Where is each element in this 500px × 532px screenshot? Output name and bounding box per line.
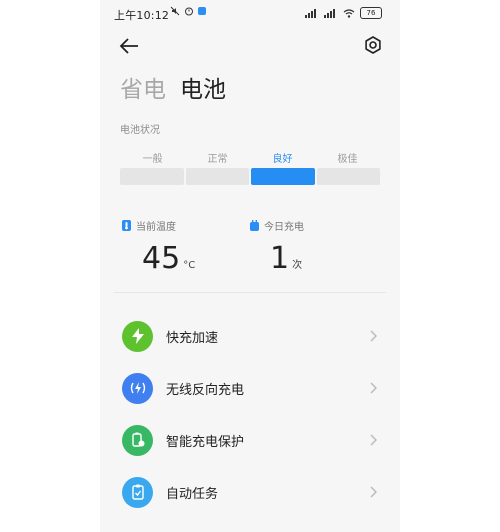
level-segment-normal: [185, 168, 249, 185]
lightning-icon: [122, 320, 153, 352]
header-tabs: 省电 电池: [120, 70, 226, 104]
level-segment-excellent: [316, 168, 380, 185]
temperature-unit: °C: [183, 260, 196, 271]
menu-item-wireless-reverse-charge[interactable]: 无线反向充电: [100, 362, 400, 414]
alarm-icon: [185, 7, 193, 16]
temperature-label: 当前温度: [136, 222, 176, 233]
tab-battery[interactable]: 电池: [180, 70, 226, 104]
level-segment-good: [251, 168, 315, 185]
menu-item-smart-charge-protection[interactable]: 智能充电保护: [100, 414, 400, 466]
level-label-normal: 正常: [207, 154, 228, 165]
charges-today-unit: 次: [292, 260, 303, 271]
signal-icon: [305, 8, 316, 18]
app-notification-icon: [198, 7, 206, 15]
charges-today-label: 今日充电: [264, 222, 304, 233]
chevron-right-icon: [370, 486, 377, 498]
temperature-stat: 当前温度 45 °C: [122, 218, 195, 276]
status-bar: 上午10:12 76: [100, 0, 400, 28]
battery-shield-icon: [122, 424, 153, 456]
menu-label: 智能充电保护: [166, 434, 245, 450]
charges-today-stat: 今日充电 1 次: [250, 218, 304, 276]
status-time: 上午10:12: [114, 9, 170, 22]
tab-power-saving[interactable]: 省电: [120, 70, 166, 104]
menu-label: 无线反向充电: [166, 382, 245, 398]
level-label-excellent: 极佳: [337, 154, 358, 165]
level-segment-fair: [120, 168, 184, 185]
charges-today-value: 1: [270, 241, 290, 276]
level-label-fair: 一般: [142, 154, 163, 165]
chevron-right-icon: [370, 382, 377, 394]
battery-level-bar: [120, 168, 380, 185]
wireless-charge-icon: [122, 372, 153, 404]
wifi-icon: [343, 8, 355, 18]
mute-icon: [170, 6, 180, 16]
top-bar: [100, 32, 400, 60]
menu-label: 快充加速: [166, 330, 219, 346]
phone-screen: 上午10:12 76 省电 电池 电池状况 一般 正常 良好 极佳 当前温度 4…: [100, 0, 400, 532]
settings-menu: 快充加速 无线反向充电 智能充电保护 自动任务: [100, 310, 400, 518]
battery-level-labels: 一般 正常 良好 极佳: [120, 150, 380, 165]
thermometer-icon: [122, 220, 131, 231]
battery-level: 76: [360, 7, 382, 19]
menu-item-fast-charge[interactable]: 快充加速: [100, 310, 400, 362]
signal-icon-2: [324, 8, 335, 18]
chevron-right-icon: [370, 330, 377, 342]
level-label-good: 良好: [272, 154, 293, 165]
back-arrow-icon[interactable]: [118, 36, 142, 56]
menu-item-auto-tasks[interactable]: 自动任务: [100, 466, 400, 518]
status-notification-icons: [170, 6, 206, 16]
temperature-value: 45: [142, 241, 181, 276]
clipboard-check-icon: [122, 476, 153, 508]
section-divider: [114, 292, 386, 293]
plug-icon: [250, 220, 259, 231]
chevron-right-icon: [370, 434, 377, 446]
menu-label: 自动任务: [166, 486, 219, 502]
battery-status-title: 电池状况: [120, 125, 160, 136]
status-system-icons: 76: [305, 7, 382, 19]
gear-icon[interactable]: [362, 34, 384, 56]
